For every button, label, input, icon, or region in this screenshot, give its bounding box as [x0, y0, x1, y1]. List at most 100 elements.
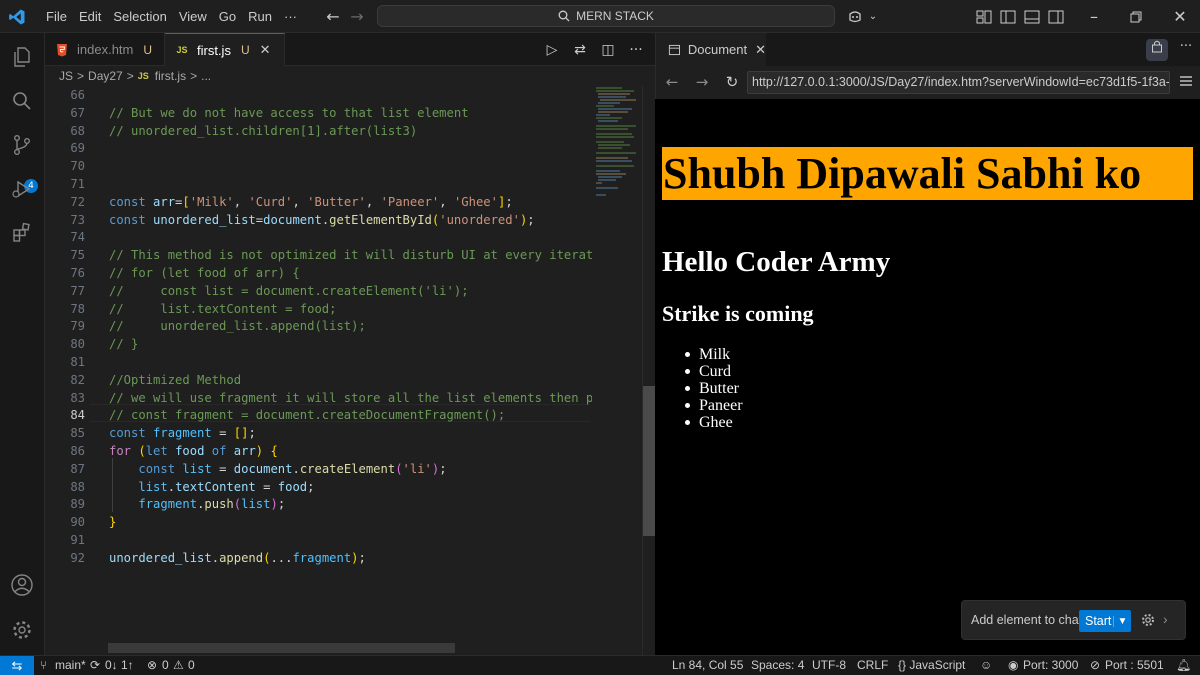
scrollbar-thumb[interactable] — [643, 386, 655, 536]
code-line[interactable]: 81 — [45, 353, 590, 371]
notifications-bell-icon[interactable]: 🔔︎ — [1176, 656, 1191, 675]
reload-icon[interactable]: ↻ — [722, 73, 742, 91]
more-actions-icon[interactable]: ··· — [627, 42, 645, 58]
code-line[interactable]: 79 // unordered_list.append(list); — [45, 317, 590, 335]
restore-icon[interactable] — [1127, 8, 1145, 26]
menu-icon[interactable] — [1178, 74, 1194, 88]
code-editor[interactable]: 66 67 // But we do not have access to that… — [45, 86, 655, 655]
menu-more[interactable]: ··· — [278, 6, 303, 28]
encoding[interactable]: UTF-8 — [812, 656, 846, 675]
code-line[interactable]: 86 for (let food of arr) { — [45, 442, 590, 460]
run-file-icon[interactable]: ▷ — [543, 42, 561, 58]
code-line[interactable]: 80 // } — [45, 335, 590, 353]
code-line[interactable]: 76 // for (let food of arr) { — [45, 264, 590, 282]
code-line[interactable]: 67 // But we do not have access to that l… — [45, 104, 590, 122]
warning-count[interactable]: 0 — [188, 656, 195, 675]
back-arrow-icon[interactable]: ← — [662, 73, 682, 91]
breadcrumb-symbol[interactable]: ... — [201, 69, 211, 83]
list-item: Curd — [685, 363, 743, 380]
git-branch[interactable]: main* — [55, 656, 86, 675]
source-control-icon[interactable] — [10, 133, 34, 157]
error-count[interactable]: 0 — [162, 656, 169, 675]
extensions-icon[interactable] — [10, 221, 34, 245]
remote-indicator-icon[interactable]: ⇆ — [0, 656, 34, 675]
close-tab-icon[interactable]: ✕ — [260, 42, 271, 58]
tab-first-js[interactable]: JS first.js U ✕ — [165, 33, 285, 66]
menu-go[interactable]: Go — [213, 6, 242, 28]
language-mode[interactable]: {} JavaScript — [898, 656, 965, 675]
vertical-scrollbar[interactable] — [642, 86, 655, 655]
toggle-primary-sidebar-icon[interactable] — [999, 8, 1017, 26]
code-line[interactable]: 78 // list.textContent = food; — [45, 300, 590, 318]
split-editor-icon[interactable]: ◫ — [599, 42, 617, 58]
horizontal-scrollbar[interactable] — [108, 643, 455, 653]
tab-document[interactable]: Document ✕ — [656, 33, 766, 66]
sync-status[interactable]: 0↓ 1↑ — [105, 656, 134, 675]
code-line[interactable]: 82 //Optimized Method — [45, 371, 590, 389]
forward-arrow-icon[interactable]: → — [692, 73, 712, 91]
code-line[interactable]: 83 // we will use fragment it will store … — [45, 389, 600, 407]
gear-icon[interactable] — [1140, 612, 1156, 628]
code-line[interactable]: 87 const list = document.createElement('… — [45, 460, 590, 478]
code-line[interactable]: 73 const unordered_list=document.getEleme… — [45, 211, 590, 229]
minimap[interactable] — [592, 86, 642, 655]
menu-selection[interactable]: Selection — [107, 6, 172, 28]
open-changes-icon[interactable]: ⇄ — [571, 42, 589, 58]
customize-layout-icon[interactable] — [975, 8, 993, 26]
chevron-down-icon[interactable]: ▼ — [1113, 615, 1131, 627]
code-line[interactable]: 66 — [45, 86, 590, 104]
minimize-icon[interactable]: – — [1084, 7, 1104, 27]
code-line[interactable]: 84 // const fragment = document.createDoc… — [45, 406, 590, 424]
code-line[interactable]: 72 const arr=['Milk', 'Curd', 'Butter', '… — [45, 193, 590, 211]
code-line[interactable]: 71 — [45, 175, 590, 193]
code-line[interactable]: 68 // unordered_list.children[1].after(li… — [45, 122, 590, 140]
code-line[interactable]: 91 — [45, 531, 590, 549]
tab-index-htm[interactable]: index.htm U — [45, 33, 165, 66]
live-preview-port[interactable]: Port : 5501 — [1105, 656, 1164, 675]
lock-icon[interactable] — [1146, 39, 1168, 61]
breadcrumb-folder-js[interactable]: JS — [59, 69, 73, 83]
live-server-port[interactable]: Port: 3000 — [1023, 656, 1078, 675]
forward-arrow-icon[interactable]: → — [347, 7, 367, 27]
menu-edit[interactable]: Edit — [73, 6, 107, 28]
menu-file[interactable]: File — [40, 6, 73, 28]
code-line[interactable]: 74 — [45, 228, 590, 246]
code-line[interactable]: 77 // const list = document.createElement… — [45, 282, 590, 300]
line-number: 77 — [70, 283, 85, 298]
line-number: 82 — [70, 372, 85, 387]
url-bar[interactable]: http://127.0.0.1:3000/JS/Day27/index.htm… — [747, 71, 1170, 94]
code-line[interactable]: 92 unordered_list.append(...fragment); — [45, 549, 590, 567]
chevron-right-icon[interactable]: › — [1163, 611, 1168, 627]
menu-run[interactable]: Run — [242, 6, 278, 28]
code-line[interactable]: 90} — [45, 513, 590, 531]
close-tab-icon[interactable]: ✕ — [755, 42, 766, 58]
toggle-panel-icon[interactable] — [1023, 8, 1041, 26]
breadcrumb-folder-day27[interactable]: Day27 — [88, 69, 123, 83]
close-window-icon[interactable]: ✕ — [1170, 7, 1190, 27]
account-icon[interactable] — [10, 573, 34, 597]
code-text: // } — [109, 337, 139, 352]
command-center-search[interactable]: MERN STACK — [377, 5, 835, 27]
toggle-secondary-sidebar-icon[interactable] — [1047, 8, 1065, 26]
copilot-status-icon[interactable]: ☺ — [980, 656, 992, 675]
copilot-icon[interactable] — [846, 8, 864, 26]
explorer-icon[interactable] — [10, 45, 34, 69]
code-line[interactable]: 85 const fragment = []; — [45, 424, 590, 442]
line-ending[interactable]: CRLF — [857, 656, 888, 675]
copilot-chevron-icon[interactable]: ⌄ — [863, 7, 883, 27]
manage-gear-icon[interactable] — [10, 618, 34, 642]
code-line[interactable]: 89 fragment.push(list); — [45, 495, 590, 513]
indentation[interactable]: Spaces: 4 — [751, 656, 804, 675]
code-line[interactable]: 88 list.textContent = food; — [45, 478, 590, 496]
menu-view[interactable]: View — [173, 6, 213, 28]
breadcrumb-file[interactable]: first.js — [155, 69, 186, 83]
start-button[interactable]: Start ▼ — [1079, 610, 1131, 632]
run-debug-icon[interactable] — [10, 177, 34, 201]
code-line[interactable]: 75 // This method is not optimized it wil… — [45, 246, 600, 264]
search-icon[interactable] — [10, 89, 34, 113]
back-arrow-icon[interactable]: ← — [323, 7, 343, 27]
cursor-position[interactable]: Ln 84, Col 55 — [672, 656, 743, 675]
code-line[interactable]: 70 — [45, 157, 590, 175]
code-line[interactable]: 69 — [45, 139, 590, 157]
more-actions-icon[interactable]: ··· — [1176, 39, 1196, 54]
